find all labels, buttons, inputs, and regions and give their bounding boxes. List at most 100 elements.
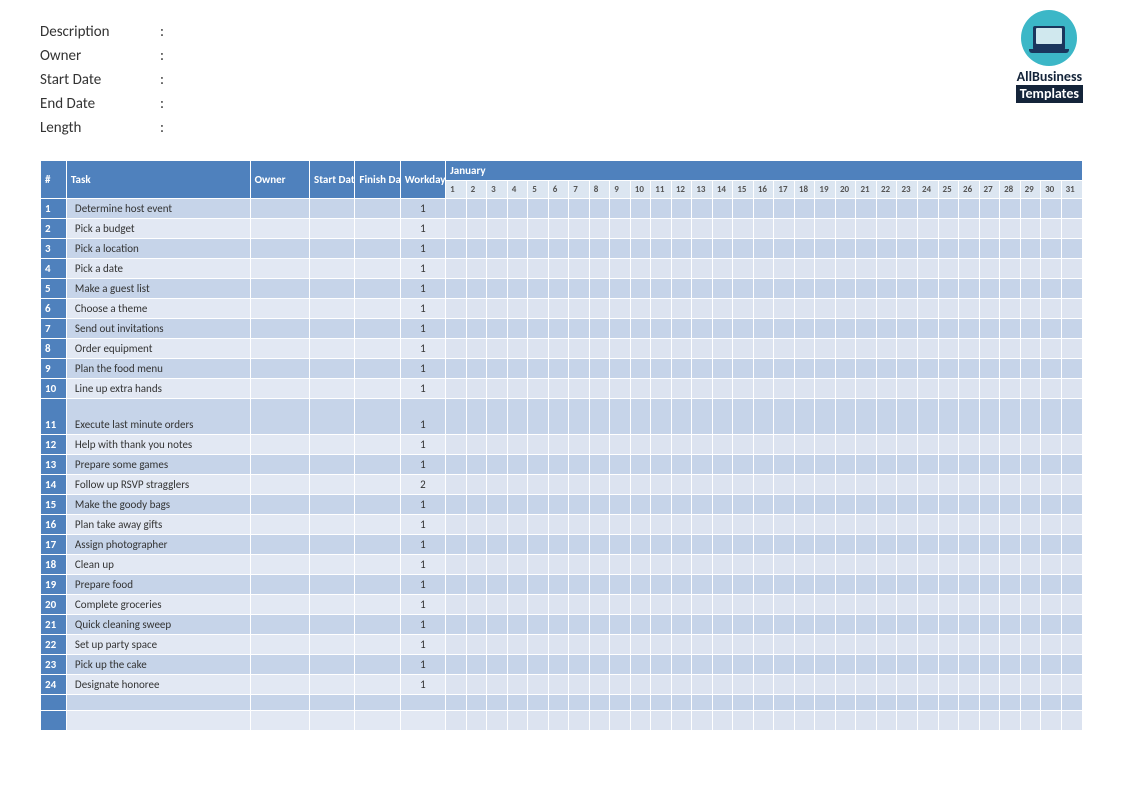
cell-day: [733, 279, 754, 299]
th-day: 8: [589, 181, 610, 199]
table-row: 22Set up party space1: [41, 635, 1083, 655]
meta-row-startdate: Start Date :: [40, 68, 164, 92]
cell-day: [1020, 299, 1041, 319]
cell-day: [938, 319, 959, 339]
cell-day: [1061, 655, 1082, 675]
cell-day: [979, 279, 1000, 299]
cell-day: [835, 575, 856, 595]
cell-day: [446, 675, 467, 695]
cell-day: [446, 239, 467, 259]
cell-day: [569, 399, 590, 435]
cell-finish: [355, 635, 400, 655]
cell-day: [835, 359, 856, 379]
cell-day: [610, 615, 631, 635]
cell-day: [610, 219, 631, 239]
cell-day: [692, 635, 713, 655]
cell-day: [1000, 535, 1021, 555]
cell-day: [938, 435, 959, 455]
cell-workdays: 1: [400, 279, 445, 299]
cell-day: [938, 535, 959, 555]
cell-day: [1041, 515, 1062, 535]
cell-day: [589, 555, 610, 575]
cell-day: [979, 495, 1000, 515]
cell-day: [548, 319, 569, 339]
cell-day: [876, 655, 897, 675]
cell-day: [1000, 635, 1021, 655]
cell-day: [692, 455, 713, 475]
meta-label-description: Description: [40, 20, 160, 44]
cell-day: [507, 239, 528, 259]
cell-day: [876, 635, 897, 655]
table-row: 2Pick a budget1: [41, 219, 1083, 239]
table-row: 19Prepare food1: [41, 575, 1083, 595]
cell-day: [548, 435, 569, 455]
cell-day: [528, 259, 549, 279]
cell-day: [959, 339, 980, 359]
cell-day: [918, 475, 939, 495]
cell-num: 1: [41, 199, 67, 219]
cell-day: [897, 199, 918, 219]
cell-day: [733, 379, 754, 399]
cell-day: [548, 635, 569, 655]
cell-start: [310, 359, 355, 379]
cell-day: [712, 595, 733, 615]
cell-day: [507, 319, 528, 339]
cell-task: Send out invitations: [66, 319, 250, 339]
cell-day: [1041, 435, 1062, 455]
cell-day: [897, 515, 918, 535]
cell-day: [794, 339, 815, 359]
cell-day: [959, 299, 980, 319]
cell-day: [692, 399, 713, 435]
cell-day: [897, 655, 918, 675]
cell-day: [589, 299, 610, 319]
cell-owner: [250, 435, 309, 455]
cell-start: [310, 655, 355, 675]
cell-day: [548, 379, 569, 399]
cell-day: [753, 379, 774, 399]
cell-day: [712, 575, 733, 595]
table-row: 13Prepare some games1: [41, 455, 1083, 475]
cell-day: [630, 595, 651, 615]
cell-day: [959, 379, 980, 399]
cell-day: [446, 495, 467, 515]
cell-start: [310, 595, 355, 615]
cell-day: [835, 555, 856, 575]
cell-day: [610, 339, 631, 359]
cell-day: [897, 555, 918, 575]
cell-day: [446, 695, 467, 711]
cell-owner: [250, 655, 309, 675]
table-row: 3Pick a location1: [41, 239, 1083, 259]
cell-day: [938, 339, 959, 359]
cell-day: [815, 615, 836, 635]
cell-day: [938, 695, 959, 711]
cell-task: Prepare some games: [66, 455, 250, 475]
cell-day: [466, 279, 487, 299]
cell-day: [446, 219, 467, 239]
th-day: 15: [733, 181, 754, 199]
cell-day: [835, 535, 856, 555]
cell-day: [487, 199, 508, 219]
cell-day: [918, 219, 939, 239]
cell-workdays: 1: [400, 535, 445, 555]
cell-day: [938, 379, 959, 399]
cell-day: [918, 635, 939, 655]
cell-day: [815, 435, 836, 455]
cell-empty: [250, 711, 309, 731]
cell-day: [1000, 359, 1021, 379]
cell-day: [446, 399, 467, 435]
cell-finish: [355, 655, 400, 675]
meta-colon: :: [160, 116, 164, 140]
cell-task: Order equipment: [66, 339, 250, 359]
cell-day: [630, 495, 651, 515]
top-area: Description : Owner : Start Date : End D…: [40, 20, 1083, 140]
cell-day: [487, 595, 508, 615]
cell-workdays: 1: [400, 239, 445, 259]
cell-day: [856, 399, 877, 435]
cell-day: [856, 359, 877, 379]
cell-day: [487, 495, 508, 515]
cell-day: [630, 655, 651, 675]
meta-colon: :: [160, 92, 164, 116]
cell-day: [692, 219, 713, 239]
cell-day: [610, 655, 631, 675]
cell-num: 4: [41, 259, 67, 279]
